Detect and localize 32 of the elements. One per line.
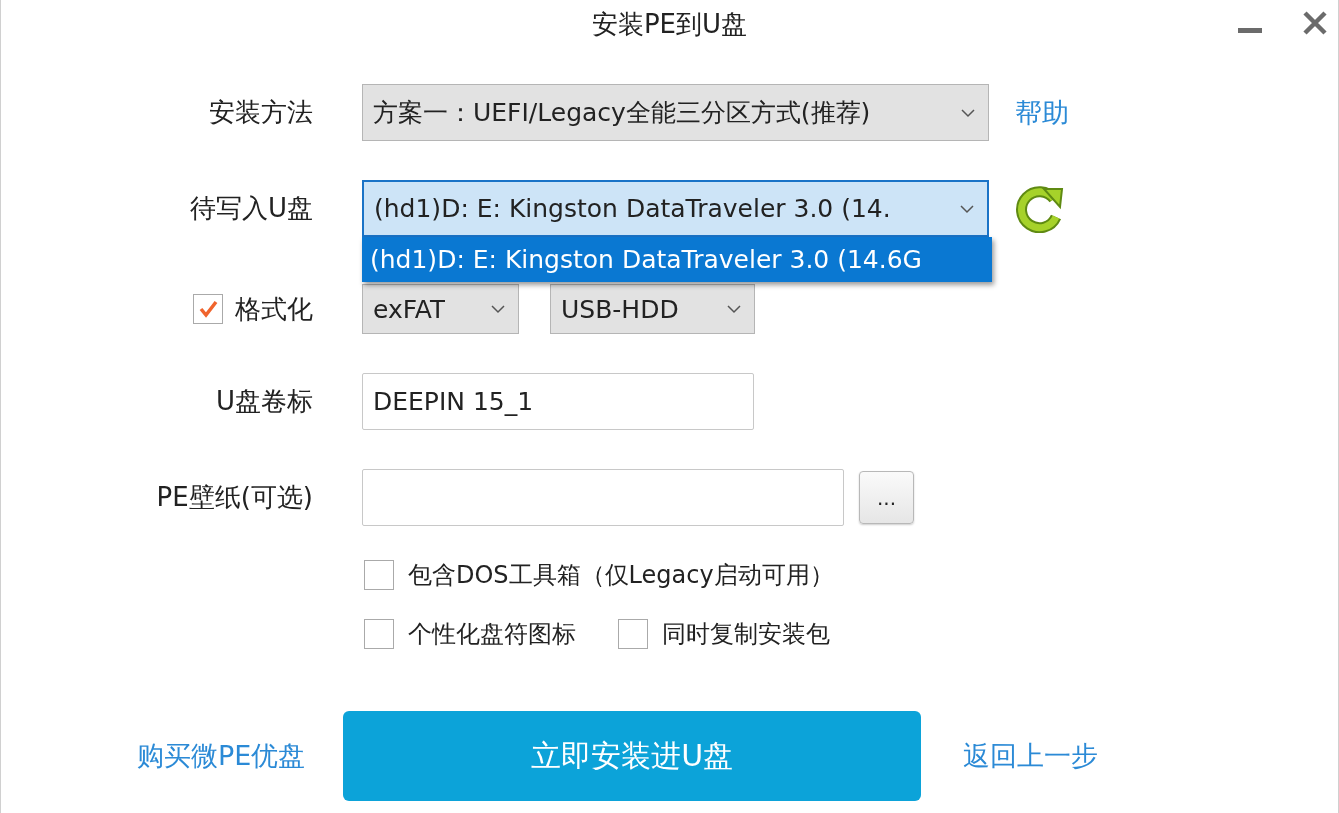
refresh-icon[interactable] — [1014, 184, 1064, 233]
buy-link[interactable]: 购买微PE优盘 — [137, 738, 306, 774]
install-method-dropdown[interactable]: 方案一：UEFI/Legacy全能三分区方式(推荐) — [362, 84, 989, 141]
checkbox-label: 个性化盘符图标 — [408, 619, 576, 650]
back-link[interactable]: 返回上一步 — [963, 738, 1099, 774]
wallpaper-path-field[interactable] — [362, 469, 844, 526]
minimize-icon[interactable] — [1238, 28, 1262, 34]
checkbox[interactable] — [364, 619, 394, 649]
boot-mode-dropdown[interactable]: USB-HDD — [550, 284, 755, 334]
caret-icon — [490, 304, 506, 314]
checkmark-icon — [197, 298, 219, 320]
checkbox[interactable] — [364, 560, 394, 590]
dropdown-option[interactable]: (hd1)D: E: Kingston DataTraveler 3.0 (14.6G — [362, 237, 992, 282]
checkbox-label: 格式化 — [235, 292, 313, 326]
help-link[interactable]: 帮助 — [1015, 94, 1069, 131]
checkbox-label: 包含DOS工具箱（仅Legacy启动可用） — [408, 560, 834, 591]
drive-dropdown[interactable]: (hd1)D: E: Kingston DataTraveler 3.0 (14. — [362, 180, 989, 237]
close-icon[interactable] — [1302, 10, 1328, 36]
field-label: PE壁纸(可选) — [155, 481, 313, 514]
caret-icon — [726, 304, 742, 314]
window-title: 安装PE到U盘 — [591, 7, 748, 41]
field-label: 安装方法 — [208, 96, 313, 129]
volume-label-field[interactable]: DEEPIN 15_1 — [362, 373, 754, 430]
checkbox[interactable] — [193, 294, 223, 324]
field-label: U盘卷标 — [214, 385, 313, 418]
field-label: 待写入U盘 — [188, 192, 313, 225]
caret-icon — [960, 107, 976, 118]
checkbox-label: 同时复制安装包 — [662, 619, 830, 650]
caret-icon — [959, 203, 975, 214]
browse-button[interactable]: ... — [859, 471, 914, 524]
checkbox[interactable] — [618, 619, 648, 649]
filesystem-dropdown[interactable]: exFAT — [362, 284, 519, 334]
